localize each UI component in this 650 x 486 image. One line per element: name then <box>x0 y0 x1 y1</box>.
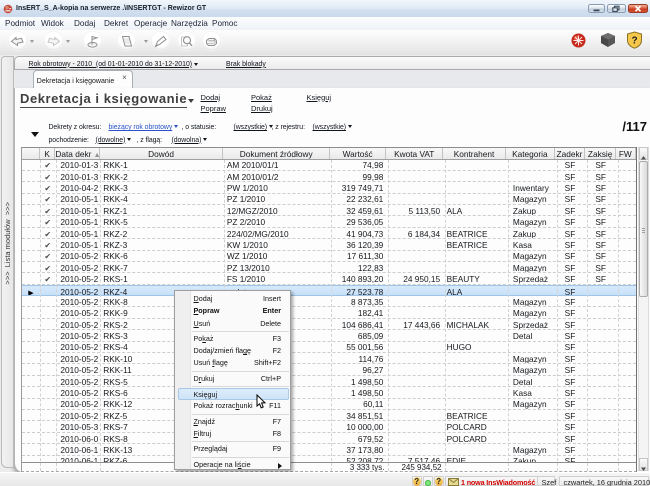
svg-text:?: ? <box>631 36 637 47</box>
